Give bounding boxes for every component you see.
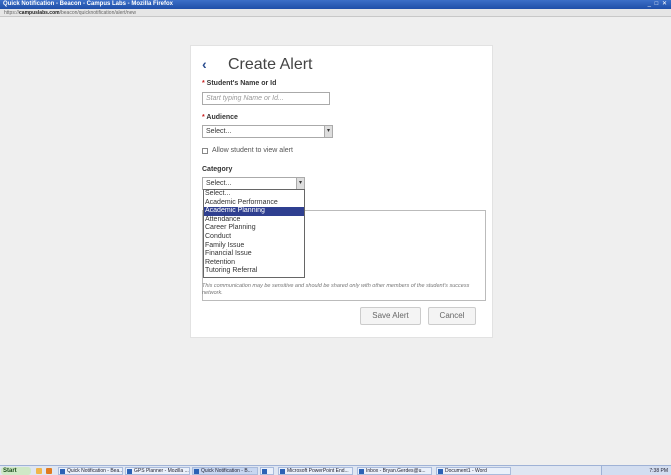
folder-icon[interactable] xyxy=(36,468,42,474)
taskbar-button[interactable]: Inbox - Bryan.Gerdes@u... xyxy=(357,467,432,475)
url-domain: campuslabs.com xyxy=(19,10,60,16)
audience-select[interactable]: Select... ▾ xyxy=(202,125,333,138)
category-option[interactable]: Academic Performance xyxy=(204,199,304,208)
start-button[interactable]: Start xyxy=(1,467,31,475)
window-title: Quick Notification - Beacon - Campus Lab… xyxy=(3,1,174,7)
taskbar-button-label: Microsoft PowerPoint End... xyxy=(287,468,349,474)
chevron-down-icon: ▾ xyxy=(296,178,304,189)
url-prefix: https:// xyxy=(4,10,20,16)
taskbar-button[interactable]: Document1 - Word xyxy=(436,467,511,475)
save-alert-button[interactable]: Save Alert xyxy=(360,307,421,325)
firefox-icon[interactable] xyxy=(46,468,52,474)
taskbar-button-label: Inbox - Bryan.Gerdes@u... xyxy=(366,468,426,474)
app-icon xyxy=(194,469,199,474)
taskbar-button-label: Quick Notification - B... xyxy=(201,468,252,474)
category-select-value: Select... xyxy=(206,180,232,187)
allow-student-label: Allow student to view alert xyxy=(212,147,293,154)
taskbar: Start Quick Notification - Bea... GPS Pla… xyxy=(0,465,671,475)
student-label: * Student's Name or Id xyxy=(202,80,277,87)
sensitivity-note: This communication may be sensitive and … xyxy=(202,283,470,296)
category-option[interactable]: Financial Issue xyxy=(204,250,304,259)
window-titlebar: Quick Notification - Beacon - Campus Lab… xyxy=(0,0,671,9)
app-icon xyxy=(60,469,65,474)
category-option[interactable]: Family Issue xyxy=(204,242,304,251)
category-option[interactable]: Tutoring Referral xyxy=(204,267,304,276)
taskbar-button[interactable] xyxy=(260,467,274,475)
audience-label: * Audience xyxy=(202,114,238,121)
clock: 7:38 PM xyxy=(649,468,668,474)
audience-select-value: Select... xyxy=(206,128,232,135)
category-option[interactable]: Conduct xyxy=(204,233,304,242)
app-icon xyxy=(280,469,285,474)
taskbar-button-label: GPS Planner - Mozilla ... xyxy=(134,468,189,474)
cancel-button[interactable]: Cancel xyxy=(428,307,476,325)
system-tray: 7:38 PM xyxy=(601,466,671,475)
student-search-input[interactable]: Start typing Name or Id... xyxy=(202,92,330,105)
url-bar[interactable]: https://campuslabs.com/beacon/quicknotif… xyxy=(0,9,671,17)
url-path: /beacon/quicknotification/alert/new xyxy=(59,10,137,16)
app-icon xyxy=(438,469,443,474)
category-option[interactable]: Career Planning xyxy=(204,224,304,233)
allow-student-checkbox[interactable] xyxy=(202,148,208,154)
app-icon xyxy=(262,469,267,474)
chevron-down-icon: ▾ xyxy=(324,126,332,137)
category-option[interactable]: Attendance xyxy=(204,216,304,225)
category-option[interactable]: Select... xyxy=(204,190,304,199)
window-controls[interactable]: _ □ ✕ xyxy=(648,0,668,9)
app-icon xyxy=(127,469,132,474)
back-arrow-icon[interactable]: ‹ xyxy=(202,56,207,72)
taskbar-button[interactable]: Microsoft PowerPoint End... xyxy=(278,467,353,475)
taskbar-button-label: Document1 - Word xyxy=(445,468,487,474)
taskbar-button[interactable]: GPS Planner - Mozilla ... xyxy=(125,467,190,475)
taskbar-button[interactable]: Quick Notification - Bea... xyxy=(58,467,123,475)
taskbar-button[interactable]: Quick Notification - B... xyxy=(192,467,258,475)
page-viewport: ‹ Create Alert * Student's Name or Id St… xyxy=(0,17,671,465)
category-option[interactable]: Academic Planning xyxy=(204,207,304,216)
taskbar-button-label: Quick Notification - Bea... xyxy=(67,468,123,474)
category-label: Category xyxy=(202,166,233,173)
category-option[interactable]: Retention xyxy=(204,259,304,268)
app-icon xyxy=(359,469,364,474)
page-title: Create Alert xyxy=(228,56,313,73)
category-dropdown-list: Select... Academic Performance Academic Pl… xyxy=(203,189,305,278)
